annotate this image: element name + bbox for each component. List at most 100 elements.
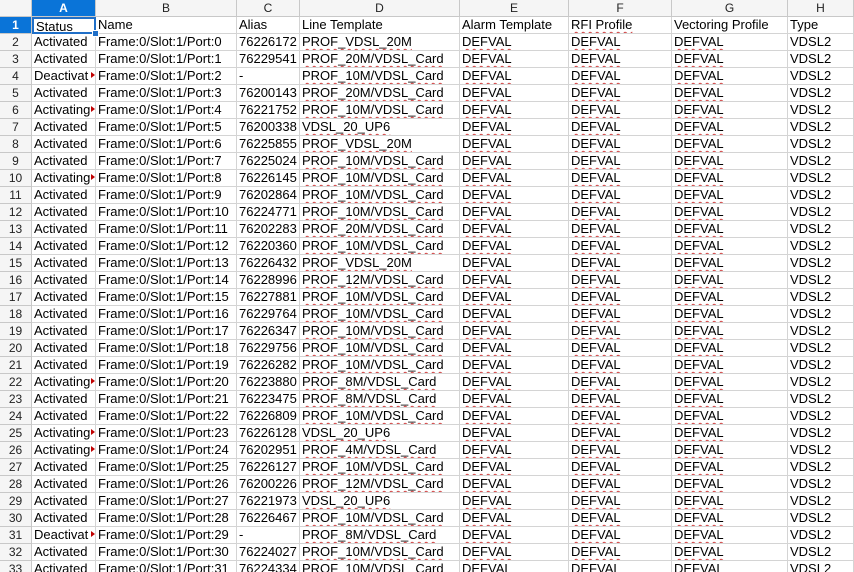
cell-vectoring-profile[interactable]: DEFVAL xyxy=(672,340,788,357)
cell-alias[interactable]: 76226282 xyxy=(237,357,300,374)
cell-alarm-template[interactable]: DEFVAL xyxy=(460,85,569,102)
cell-rfi-profile[interactable]: DEFVAL xyxy=(569,289,672,306)
cell-type[interactable]: VDSL2 xyxy=(788,255,854,272)
cell-alarm-template[interactable]: DEFVAL xyxy=(460,493,569,510)
cell-rfi-profile[interactable]: DEFVAL xyxy=(569,408,672,425)
cell-rfi-profile[interactable]: DEFVAL xyxy=(569,51,672,68)
spreadsheet-grid[interactable]: A B C D E F G H 1 Status Name Alias Line Template Ala… xyxy=(0,0,854,572)
cell-vectoring-profile[interactable]: DEFVAL xyxy=(672,544,788,561)
cell-vectoring-profile[interactable]: DEFVAL xyxy=(672,170,788,187)
cell-status[interactable]: Deactivat xyxy=(32,527,96,544)
cell-line-template[interactable]: PROF_10M/VDSL_Card xyxy=(300,204,460,221)
cell-vectoring-profile[interactable]: Vectoring Profile xyxy=(672,17,788,34)
cell-status[interactable]: Activated xyxy=(32,204,96,221)
cell-alarm-template[interactable]: DEFVAL xyxy=(460,119,569,136)
cell-name[interactable]: Frame:0/Slot:1/Port:11 xyxy=(96,221,237,238)
cell-alias[interactable]: 76225024 xyxy=(237,153,300,170)
cell-line-template[interactable]: VDSL_20_UP6 xyxy=(300,425,460,442)
cell-alias[interactable]: 76226172 xyxy=(237,34,300,51)
cell-rfi-profile[interactable]: DEFVAL xyxy=(569,374,672,391)
cell-line-template[interactable]: PROF_VDSL_20M xyxy=(300,255,460,272)
cell-line-template[interactable]: PROF_10M/VDSL_Card xyxy=(300,510,460,527)
cell-vectoring-profile[interactable]: DEFVAL xyxy=(672,476,788,493)
cell-rfi-profile[interactable]: DEFVAL xyxy=(569,34,672,51)
cell-rfi-profile[interactable]: DEFVAL xyxy=(569,306,672,323)
cell-name[interactable]: Name xyxy=(96,17,237,34)
cell-rfi-profile[interactable]: DEFVAL xyxy=(569,136,672,153)
cell-alias[interactable]: 76226127 xyxy=(237,459,300,476)
row-number[interactable]: 2 xyxy=(0,34,32,51)
column-header-h[interactable]: H xyxy=(788,0,854,17)
cell-line-template[interactable]: PROF_10M/VDSL_Card xyxy=(300,306,460,323)
cell-alarm-template[interactable]: DEFVAL xyxy=(460,255,569,272)
cell-alarm-template[interactable]: DEFVAL xyxy=(460,51,569,68)
row-number[interactable]: 22 xyxy=(0,374,32,391)
cell-rfi-profile[interactable]: DEFVAL xyxy=(569,255,672,272)
cell-vectoring-profile[interactable]: DEFVAL xyxy=(672,221,788,238)
cell-alarm-template[interactable]: DEFVAL xyxy=(460,221,569,238)
cell-rfi-profile[interactable]: DEFVAL xyxy=(569,102,672,119)
cell-status[interactable]: Activating xyxy=(32,374,96,391)
cell-name[interactable]: Frame:0/Slot:1/Port:19 xyxy=(96,357,237,374)
cell-alarm-template[interactable]: DEFVAL xyxy=(460,153,569,170)
cell-alarm-template[interactable]: DEFVAL xyxy=(460,374,569,391)
cell-alarm-template[interactable]: DEFVAL xyxy=(460,527,569,544)
cell-rfi-profile[interactable]: DEFVAL xyxy=(569,85,672,102)
cell-alias[interactable]: 76202283 xyxy=(237,221,300,238)
cell-line-template[interactable]: PROF_10M/VDSL_Card xyxy=(300,323,460,340)
cell-type[interactable]: VDSL2 xyxy=(788,391,854,408)
cell-vectoring-profile[interactable]: DEFVAL xyxy=(672,374,788,391)
row-number[interactable]: 17 xyxy=(0,289,32,306)
row-number[interactable]: 7 xyxy=(0,119,32,136)
cell-type[interactable]: VDSL2 xyxy=(788,527,854,544)
cell-vectoring-profile[interactable]: DEFVAL xyxy=(672,119,788,136)
cell-alias[interactable]: 76227881 xyxy=(237,289,300,306)
cell-alias[interactable]: 76200226 xyxy=(237,476,300,493)
cell-alarm-template[interactable]: Alarm Template xyxy=(460,17,569,34)
cell-rfi-profile[interactable]: DEFVAL xyxy=(569,391,672,408)
cell-alias[interactable]: 76223475 xyxy=(237,391,300,408)
cell-vectoring-profile[interactable]: DEFVAL xyxy=(672,527,788,544)
cell-rfi-profile[interactable]: DEFVAL xyxy=(569,561,672,572)
cell-name[interactable]: Frame:0/Slot:1/Port:31 xyxy=(96,561,237,572)
cell-name[interactable]: Frame:0/Slot:1/Port:7 xyxy=(96,153,237,170)
cell-alarm-template[interactable]: DEFVAL xyxy=(460,357,569,374)
cell-name[interactable]: Frame:0/Slot:1/Port:8 xyxy=(96,170,237,187)
cell-name[interactable]: Frame:0/Slot:1/Port:27 xyxy=(96,493,237,510)
cell-rfi-profile[interactable]: DEFVAL xyxy=(569,476,672,493)
cell-name[interactable]: Frame:0/Slot:1/Port:26 xyxy=(96,476,237,493)
cell-line-template[interactable]: PROF_10M/VDSL_Card xyxy=(300,68,460,85)
cell-name[interactable]: Frame:0/Slot:1/Port:0 xyxy=(96,34,237,51)
cell-line-template[interactable]: PROF_10M/VDSL_Card xyxy=(300,459,460,476)
cell-alias[interactable]: 76224334 xyxy=(237,561,300,572)
cell-alias[interactable]: 76226347 xyxy=(237,323,300,340)
cell-alias[interactable]: 76202951 xyxy=(237,442,300,459)
cell-status[interactable]: Activated xyxy=(32,255,96,272)
cell-vectoring-profile[interactable]: DEFVAL xyxy=(672,510,788,527)
cell-status[interactable]: Activated xyxy=(32,51,96,68)
cell-type[interactable]: VDSL2 xyxy=(788,85,854,102)
cell-name[interactable]: Frame:0/Slot:1/Port:25 xyxy=(96,459,237,476)
cell-type[interactable]: VDSL2 xyxy=(788,272,854,289)
cell-line-template[interactable]: PROF_VDSL_20M xyxy=(300,34,460,51)
cell-line-template[interactable]: PROF_8M/VDSL_Card xyxy=(300,374,460,391)
cell-alias[interactable]: - xyxy=(237,527,300,544)
cell-status[interactable]: Activated xyxy=(32,408,96,425)
cell-type[interactable]: VDSL2 xyxy=(788,493,854,510)
row-number[interactable]: 3 xyxy=(0,51,32,68)
cell-name[interactable]: Frame:0/Slot:1/Port:21 xyxy=(96,391,237,408)
cell-alarm-template[interactable]: DEFVAL xyxy=(460,442,569,459)
cell-line-template[interactable]: PROF_12M/VDSL_Card xyxy=(300,476,460,493)
cell-type[interactable]: VDSL2 xyxy=(788,102,854,119)
row-number[interactable]: 23 xyxy=(0,391,32,408)
row-number[interactable]: 29 xyxy=(0,493,32,510)
cell-type[interactable]: Type xyxy=(788,17,854,34)
cell-alias[interactable]: 76223880 xyxy=(237,374,300,391)
cell-line-template[interactable]: PROF_8M/VDSL_Card xyxy=(300,391,460,408)
cell-vectoring-profile[interactable]: DEFVAL xyxy=(672,238,788,255)
cell-line-template[interactable]: PROF_10M/VDSL_Card xyxy=(300,357,460,374)
cell-rfi-profile[interactable]: DEFVAL xyxy=(569,221,672,238)
cell-alias[interactable]: 76226128 xyxy=(237,425,300,442)
cell-line-template[interactable]: PROF_20M/VDSL_Card xyxy=(300,221,460,238)
row-number[interactable]: 24 xyxy=(0,408,32,425)
